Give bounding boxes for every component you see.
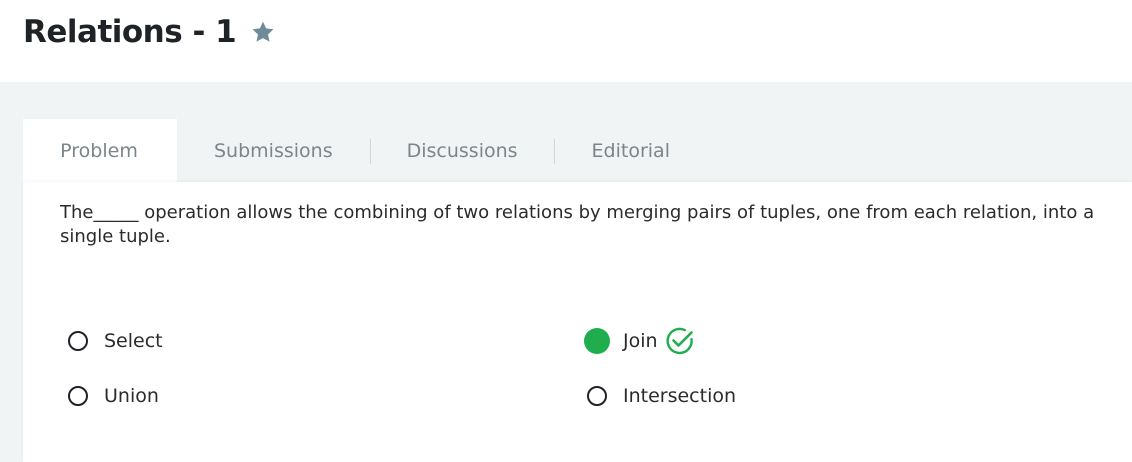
option-label: Union xyxy=(104,385,159,407)
problem-tabs: Problem Submissions Discussions Editoria… xyxy=(23,119,690,182)
radio-button[interactable] xyxy=(68,386,88,406)
problem-card: The_____ operation allows the combining … xyxy=(23,182,1132,462)
option-join[interactable]: Join xyxy=(584,326,695,356)
tab-editorial[interactable]: Editorial xyxy=(555,119,690,182)
radio-button[interactable] xyxy=(587,386,607,406)
option-label: Select xyxy=(104,330,163,352)
option-label: Intersection xyxy=(623,385,737,407)
tab-submissions-label: Submissions xyxy=(214,139,333,162)
star-icon[interactable] xyxy=(250,19,276,45)
page-header: Relations - 1 xyxy=(0,0,1132,82)
option-union[interactable]: Union xyxy=(68,381,159,411)
radio-button-selected[interactable] xyxy=(584,328,610,354)
tab-editorial-label: Editorial xyxy=(591,139,670,162)
page-title: Relations - 1 xyxy=(23,14,237,50)
tab-discussions[interactable]: Discussions xyxy=(371,119,554,182)
tab-problem[interactable]: Problem xyxy=(23,119,177,182)
radio-button[interactable] xyxy=(68,331,88,351)
check-circle-icon xyxy=(665,326,695,356)
tab-problem-label: Problem xyxy=(60,139,138,162)
tab-discussions-label: Discussions xyxy=(406,139,518,162)
option-intersection[interactable]: Intersection xyxy=(587,381,736,411)
option-label: Join xyxy=(623,330,658,352)
title-row: Relations - 1 xyxy=(23,12,276,52)
question-text: The_____ operation allows the combining … xyxy=(60,202,1095,247)
option-select[interactable]: Select xyxy=(68,326,163,356)
tab-submissions[interactable]: Submissions xyxy=(177,119,370,182)
